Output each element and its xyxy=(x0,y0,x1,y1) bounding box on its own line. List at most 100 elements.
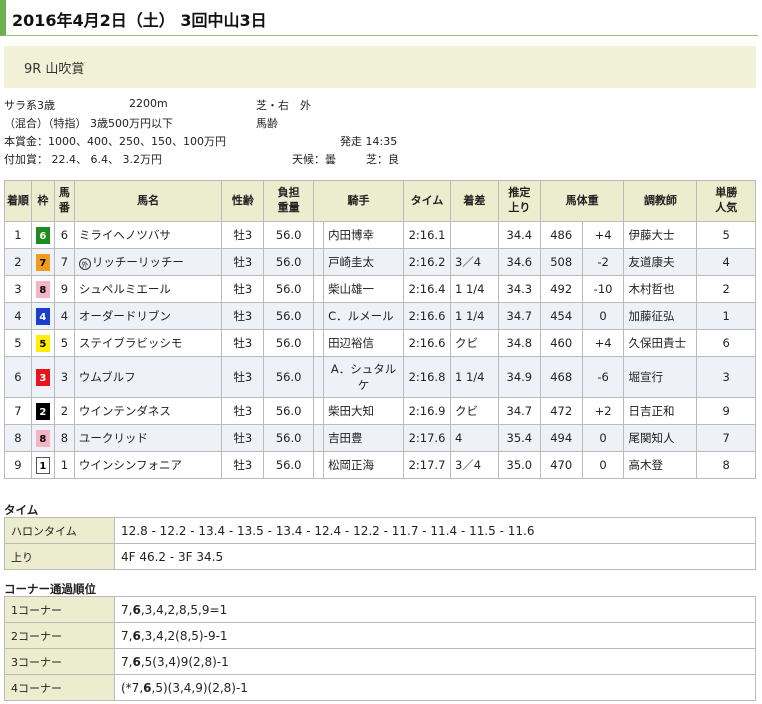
horse-name-cell[interactable]: オーダードリブン xyxy=(73,302,223,330)
horse-name-cell[interactable]: ユークリッド xyxy=(73,424,223,452)
horse-name-cell[interactable]: ウインシンフォニア xyxy=(73,451,223,479)
time-cell: 2:16.6 xyxy=(403,329,451,357)
jockey-cell[interactable]: 柴田大知 xyxy=(323,397,404,425)
trainer-cell[interactable]: 堀宣行 xyxy=(623,356,698,398)
col-margin: 着差 xyxy=(449,180,499,222)
race-title-bar: 9R 山吹賞 xyxy=(4,46,756,88)
corner-label: 2コーナー xyxy=(4,622,115,649)
horse-name[interactable]: ウインテンダネス xyxy=(79,404,171,418)
trainer-cell[interactable]: 加藤征弘 xyxy=(623,302,698,330)
horse-number-cell: 1 xyxy=(53,451,75,479)
trainer-cell[interactable]: 伊藤大士 xyxy=(623,221,698,249)
waku-cell: 1 xyxy=(30,451,55,479)
horse-name[interactable]: ステイブラビッシモ xyxy=(79,336,183,350)
race-course: 芝・右 外 xyxy=(256,99,311,112)
horse-name[interactable]: ウインシンフォニア xyxy=(79,458,182,472)
horse-name[interactable]: リッチーリッチー xyxy=(92,255,184,269)
corner-table: 1コーナー 7,6,3,4,2,8,5,9=1 2コーナー 7,6,3,4,2(8,5… xyxy=(4,596,756,701)
last3f-cell: 35.4 xyxy=(497,424,541,452)
weight-cell: 56.0 xyxy=(263,248,315,276)
bodyweight-diff-cell: 0 xyxy=(581,451,625,479)
rank-cell: 4 xyxy=(4,302,32,330)
col-num: 馬番 xyxy=(53,180,75,222)
jockey-cell[interactable]: 吉田豊 xyxy=(323,424,404,452)
last3f-cell: 35.0 xyxy=(497,451,541,479)
waku-cell: 2 xyxy=(30,397,55,425)
jockey-cell[interactable]: 柴山雄一 xyxy=(323,275,404,303)
jockey-cell[interactable]: 松岡正海 xyxy=(323,451,404,479)
last3f-cell: 34.7 xyxy=(497,302,541,330)
waku-cell: 3 xyxy=(30,356,55,398)
corner-order-pre: (*7, xyxy=(121,680,144,695)
horse-name-cell[interactable]: 外リッチーリッチー xyxy=(73,248,223,276)
col-last3f-label: 推定 上り xyxy=(508,186,531,214)
bodyweight-cell: 492 xyxy=(539,275,583,303)
horse-name[interactable]: シュペルミエール xyxy=(79,282,171,296)
weight-cell: 56.0 xyxy=(263,451,315,479)
last3f-cell: 34.7 xyxy=(497,397,541,425)
table-row: 2 7 7 外リッチーリッチー 牡3 56.0 戸崎圭太 2:16.2 3／4 34.6 508 -2… xyxy=(4,248,756,276)
trainer-cell[interactable]: 尾関知人 xyxy=(623,424,698,452)
table-row: 9 1 1 ウインシンフォニア 牡3 56.0 松岡正海 2:17.7 3／4 35.0 470 0 高… xyxy=(4,451,756,479)
bodyweight-cell: 454 xyxy=(539,302,583,330)
weight-cell: 56.0 xyxy=(263,424,315,452)
bodyweight-diff-cell: +4 xyxy=(581,221,625,249)
sex-age-cell: 牡3 xyxy=(221,451,265,479)
horse-number-cell: 9 xyxy=(53,275,75,303)
waku-badge: 8 xyxy=(35,429,50,447)
corner-order: (*7,6,5)(3,4,9)(2,8)-1 xyxy=(114,674,756,701)
corner-order-pre: 7, xyxy=(121,602,133,617)
col-bodyweight: 馬体重 xyxy=(539,180,625,222)
time-cell: 2:16.1 xyxy=(403,221,451,249)
sex-age-cell: 牡3 xyxy=(221,302,265,330)
corner-order-pre: 7, xyxy=(121,628,133,643)
spacer-cell xyxy=(313,248,325,276)
jockey-cell[interactable]: 田辺裕信 xyxy=(323,329,404,357)
bodyweight-diff-cell: +4 xyxy=(581,329,625,357)
col-weight-label: 負担 重量 xyxy=(277,186,300,214)
horse-name[interactable]: ミライヘノツバサ xyxy=(79,228,171,242)
jockey-cell[interactable]: A．シュタルケ xyxy=(323,356,404,398)
race-going: 芝：良 xyxy=(366,153,399,166)
horse-name-cell[interactable]: ミライヘノツバサ xyxy=(73,221,223,249)
horse-number-cell: 6 xyxy=(53,221,75,249)
sex-age-cell: 牡3 xyxy=(221,275,265,303)
weight-cell: 56.0 xyxy=(263,329,315,357)
trainer-cell[interactable]: 木村哲也 xyxy=(623,275,698,303)
corner-section-title: コーナー通過順位 xyxy=(4,582,96,596)
corner-order-pre: 7, xyxy=(121,654,133,669)
horse-name-cell[interactable]: ウインテンダネス xyxy=(73,397,223,425)
col-trainer: 調教師 xyxy=(623,180,698,222)
jockey-cell[interactable]: 内田博幸 xyxy=(323,221,404,249)
trainer-cell[interactable]: 高木登 xyxy=(623,451,698,479)
spacer-cell xyxy=(313,356,325,398)
time-row: 上り 4F 46.2 - 3F 34.5 xyxy=(4,543,756,570)
horse-name[interactable]: ユークリッド xyxy=(79,431,148,445)
jockey-cell[interactable]: C．ルメール xyxy=(323,302,404,330)
trainer-cell[interactable]: 久保田貴士 xyxy=(623,329,698,357)
spacer-cell xyxy=(313,329,325,357)
bodyweight-cell: 472 xyxy=(539,397,583,425)
popularity-cell: 4 xyxy=(696,248,756,276)
bodyweight-cell: 508 xyxy=(539,248,583,276)
time-cell: 2:16.2 xyxy=(403,248,451,276)
horse-name[interactable]: ウムブルフ xyxy=(79,370,136,384)
time-value: 4F 46.2 - 3F 34.5 xyxy=(114,543,756,570)
jockey-cell[interactable]: 戸崎圭太 xyxy=(323,248,404,276)
bodyweight-cell: 460 xyxy=(539,329,583,357)
spacer-cell xyxy=(313,397,325,425)
horse-name-cell[interactable]: ステイブラビッシモ xyxy=(73,329,223,357)
trainer-cell[interactable]: 友道康夫 xyxy=(623,248,698,276)
margin-cell xyxy=(449,221,499,249)
horse-name[interactable]: オーダードリブン xyxy=(79,309,171,323)
sex-age-cell: 牡3 xyxy=(221,397,265,425)
trainer-cell[interactable]: 日吉正和 xyxy=(623,397,698,425)
col-last3f: 推定 上り xyxy=(497,180,541,222)
waku-badge: 6 xyxy=(35,226,50,244)
spacer-cell xyxy=(313,302,325,330)
corner-order: 7,6,3,4,2,8,5,9=1 xyxy=(114,596,756,623)
rank-cell: 7 xyxy=(4,397,32,425)
horse-name-cell[interactable]: ウムブルフ xyxy=(73,356,223,398)
horse-name-cell[interactable]: シュペルミエール xyxy=(73,275,223,303)
col-weight: 負担 重量 xyxy=(263,180,315,222)
